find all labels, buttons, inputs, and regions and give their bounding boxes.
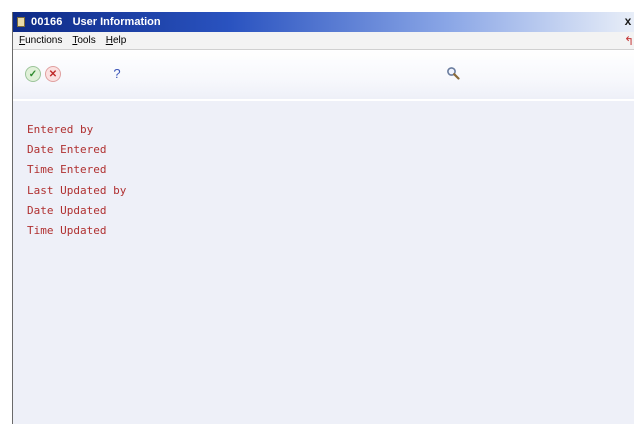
close-button[interactable]: x bbox=[622, 14, 634, 28]
ok-button[interactable]: ✓ bbox=[25, 66, 41, 82]
time-updated-label: Time Updated bbox=[27, 224, 107, 238]
title-bar: 00166 User Information x bbox=[13, 12, 634, 32]
field-list: Entered by Date Entered Time Entered Las… bbox=[27, 120, 126, 241]
toolbar-divider bbox=[13, 99, 634, 101]
help-button[interactable]: ? bbox=[109, 66, 125, 82]
menu-tools[interactable]: Tools bbox=[72, 35, 95, 46]
form-number: 00166 bbox=[31, 16, 63, 28]
user-information-window: 00166 User Information x Functions Tools… bbox=[12, 12, 634, 424]
toolbar: ✓ ✕ ? bbox=[13, 50, 634, 100]
date-entered-label: Date Entered bbox=[27, 143, 107, 157]
menu-functions[interactable]: Functions bbox=[19, 35, 62, 46]
window-title: User Information bbox=[72, 16, 161, 28]
app-icon bbox=[17, 17, 25, 27]
search-icon[interactable] bbox=[445, 66, 461, 82]
exit-arrow-icon[interactable]: ↰ bbox=[624, 34, 634, 48]
time-entered-label: Time Entered bbox=[27, 163, 107, 177]
date-updated-label: Date Updated bbox=[27, 203, 107, 217]
entered-by-label: Entered by bbox=[27, 123, 94, 136]
menu-help[interactable]: Help bbox=[106, 35, 127, 46]
last-updated-by-label: Last Updated by bbox=[27, 183, 127, 197]
menu-bar: Functions Tools Help ↰ bbox=[13, 32, 634, 50]
cancel-button[interactable]: ✕ bbox=[45, 66, 61, 82]
